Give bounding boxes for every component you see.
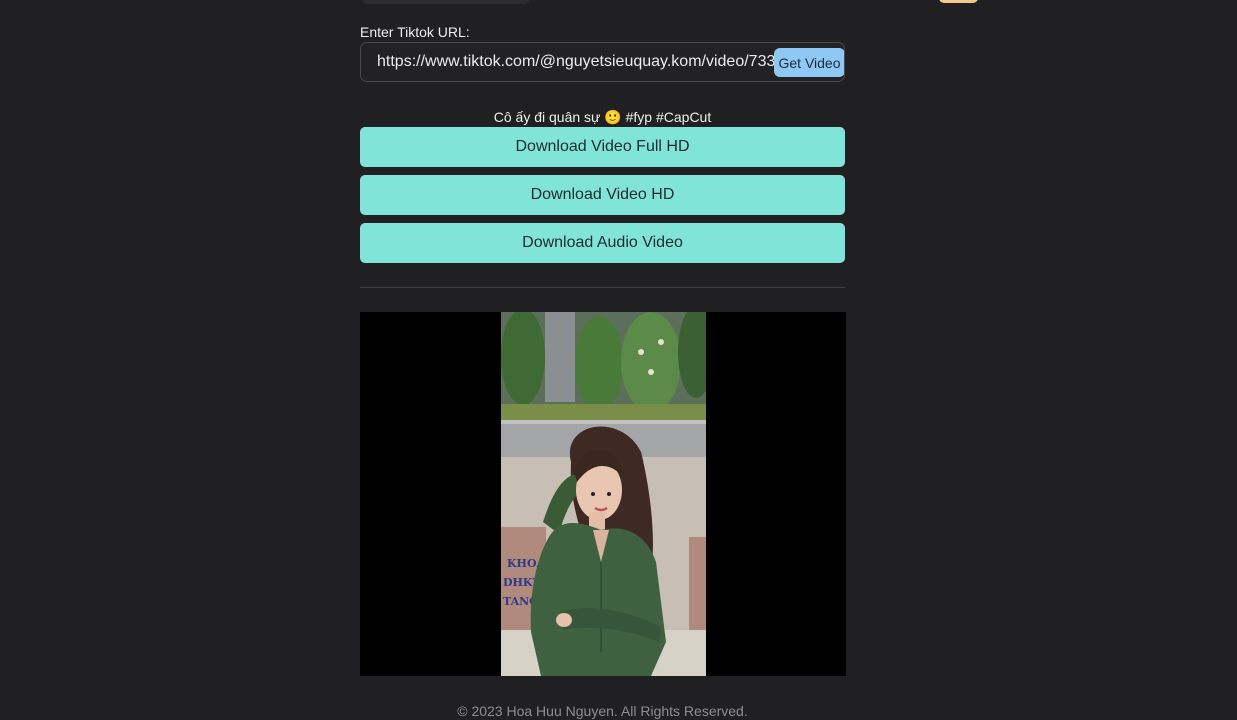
smiley-icon: 🙂 [604,109,622,125]
video-thumbnail-image: KHOA DHKT TANG [501,312,706,676]
url-label: Enter Tiktok URL: [360,24,470,40]
download-hd-button[interactable]: Download Video HD [360,175,845,215]
header-accent-button[interactable] [939,0,978,3]
download-audio-button[interactable]: Download Audio Video [360,223,845,263]
video-player[interactable]: KHOA DHKT TANG [360,312,846,676]
caption-text: Cô ấy đi quân sự [493,109,601,125]
video-caption: Cô ấy đi quân sự 🙂 #fyp #CapCut [360,109,845,126]
download-full-hd-button[interactable]: Download Video Full HD [360,127,845,167]
divider [360,287,845,288]
get-video-button[interactable]: Get Video [774,48,844,77]
video-frame: KHOA DHKT TANG [501,312,706,676]
header-remnant [362,0,530,4]
caption-hashtags: #fyp #CapCut [625,109,712,125]
url-field-container: Get Video [360,42,845,82]
footer-copyright: © 2023 Hoa Huu Nguyen. All Rights Reserv… [457,703,748,719]
page: Enter Tiktok URL: Get Video Cô ấy đi quâ… [0,0,1237,720]
url-input[interactable] [361,43,775,81]
